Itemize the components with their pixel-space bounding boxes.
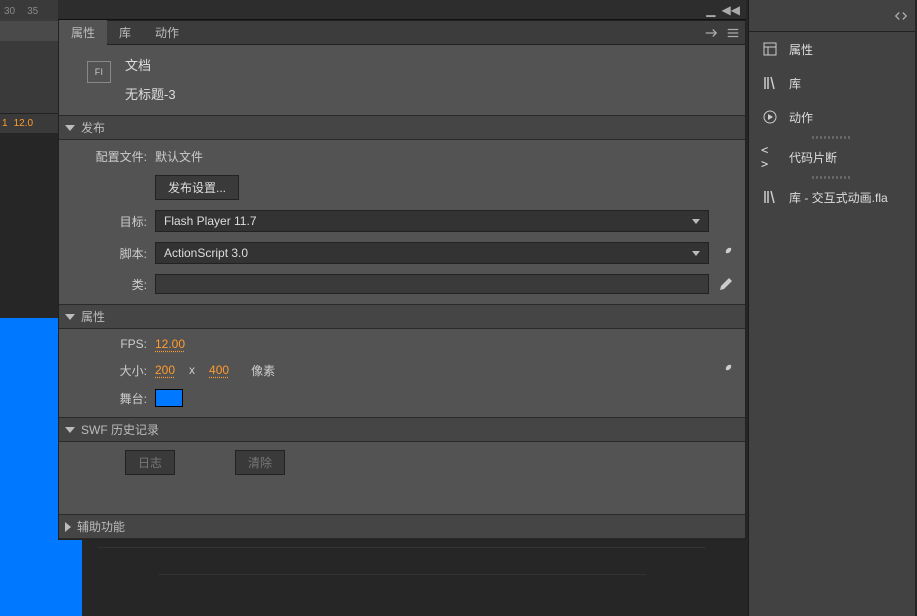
right-dock: 属性 库 动作 < > 代码片断 库 - 交互式动画.fla [748, 0, 915, 616]
section-header-accessibility[interactable]: 辅助功能 [59, 514, 745, 539]
log-button[interactable]: 日志 [125, 450, 175, 475]
document-header: Fl 文档 无标题-3 [59, 45, 745, 115]
script-value: ActionScript 3.0 [164, 246, 248, 260]
section-title: 辅助功能 [77, 518, 125, 535]
dock-label: 动作 [789, 109, 813, 126]
library-icon [761, 188, 779, 206]
width-value[interactable]: 200 [155, 363, 175, 377]
section-header-publish[interactable]: 发布 [59, 115, 745, 140]
dock-item-snippets[interactable]: < > 代码片断 [749, 140, 915, 174]
section-body-properties: FPS: 12.00 大小: 200 x 400 像素 舞台: [59, 329, 745, 417]
section-title: SWF 历史记录 [81, 421, 159, 438]
profile-label: 配置文件: [89, 148, 147, 165]
class-input[interactable] [155, 274, 709, 294]
dock-item-library-file[interactable]: 库 - 交互式动画.fla [749, 180, 915, 214]
clear-button[interactable]: 清除 [235, 450, 285, 475]
current-frame[interactable]: 1 [2, 118, 8, 129]
panel-menu-icon[interactable] [725, 25, 741, 41]
timeline-ruler: 30 35 [0, 0, 60, 17]
document-type-label: 文档 [125, 55, 176, 74]
timeline-strip: 30 35 1 12.0 [0, 0, 60, 130]
publish-settings-button[interactable]: 发布设置... [155, 175, 239, 200]
target-dropdown[interactable]: Flash Player 11.7 [155, 210, 709, 232]
panel-collapse-icon[interactable]: ◀◀ [722, 3, 740, 17]
code-snippets-icon: < > [761, 148, 779, 166]
profile-value: 默认文件 [155, 148, 203, 165]
chevron-down-icon [65, 427, 75, 433]
size-advanced-icon[interactable] [717, 361, 735, 379]
dock-controls [749, 0, 915, 32]
document-type-icon: Fl [87, 61, 111, 83]
section-body-publish: 配置文件: 默认文件 发布设置... 目标: Flash Player 11.7… [59, 140, 745, 304]
properties-icon [761, 40, 779, 58]
size-x: x [189, 363, 195, 377]
dock-group-libfile: 库 - 交互式动画.fla [749, 180, 915, 214]
timeline-footer: 1 12.0 [0, 114, 60, 133]
actions-icon [761, 108, 779, 126]
stage-label: 舞台: [89, 390, 147, 407]
dock-group-snippets: < > 代码片断 [749, 140, 915, 174]
chevron-down-icon [692, 251, 700, 256]
timeline-mark: 35 [27, 6, 38, 17]
script-label: 脚本: [89, 245, 147, 262]
timeline-track[interactable] [0, 21, 60, 41]
fps-value[interactable]: 12.00 [155, 337, 185, 351]
class-label: 类: [89, 276, 147, 293]
target-value: Flash Player 11.7 [164, 214, 257, 228]
chevron-down-icon [65, 125, 75, 131]
dock-item-properties[interactable]: 属性 [749, 32, 915, 66]
dock-label: 库 - 交互式动画.fla [789, 189, 888, 206]
fps-label: FPS: [89, 337, 147, 351]
size-unit: 像素 [251, 362, 275, 379]
panel-tabbar: 属性 库 动作 [59, 21, 745, 45]
section-header-swf-history[interactable]: SWF 历史记录 [59, 417, 745, 442]
panel-minimize-icon[interactable]: ▁ [706, 3, 715, 17]
section-body-swf-history: 日志 清除 [59, 442, 745, 514]
document-filename: 无标题-3 [125, 84, 176, 103]
dock-label: 库 [789, 75, 801, 92]
tab-actions[interactable]: 动作 [143, 20, 191, 45]
chevron-right-icon [65, 522, 71, 532]
tab-library[interactable]: 库 [107, 20, 143, 45]
dock-item-actions[interactable]: 动作 [749, 100, 915, 134]
edit-class-icon[interactable] [717, 275, 735, 293]
timeline-mark: 30 [4, 6, 15, 17]
script-dropdown[interactable]: ActionScript 3.0 [155, 242, 709, 264]
target-label: 目标: [89, 213, 147, 230]
dock-label: 代码片断 [789, 149, 837, 166]
fps-strip[interactable]: 12.0 [14, 118, 33, 129]
stage-color-swatch[interactable] [155, 389, 183, 407]
panel-expand-icon[interactable] [703, 25, 719, 41]
properties-panel: 属性 库 动作 Fl 文档 无标题-3 发布 配置文件: 默认文件 发布设置..… [58, 20, 746, 540]
script-settings-icon[interactable] [717, 244, 735, 262]
height-value[interactable]: 400 [209, 363, 229, 377]
dock-label: 属性 [789, 41, 813, 58]
size-label: 大小: [89, 362, 147, 379]
chevron-down-icon [65, 314, 75, 320]
section-title: 发布 [81, 119, 105, 136]
library-icon [761, 74, 779, 92]
dock-expand-icon[interactable] [893, 8, 909, 24]
dock-item-library[interactable]: 库 [749, 66, 915, 100]
section-title: 属性 [81, 308, 105, 325]
panel-window-controls: ▁ ◀◀ [58, 0, 746, 20]
section-header-properties[interactable]: 属性 [59, 304, 745, 329]
chevron-down-icon [692, 219, 700, 224]
tab-properties[interactable]: 属性 [59, 20, 107, 45]
dock-group-panels: 属性 库 动作 [749, 32, 915, 134]
